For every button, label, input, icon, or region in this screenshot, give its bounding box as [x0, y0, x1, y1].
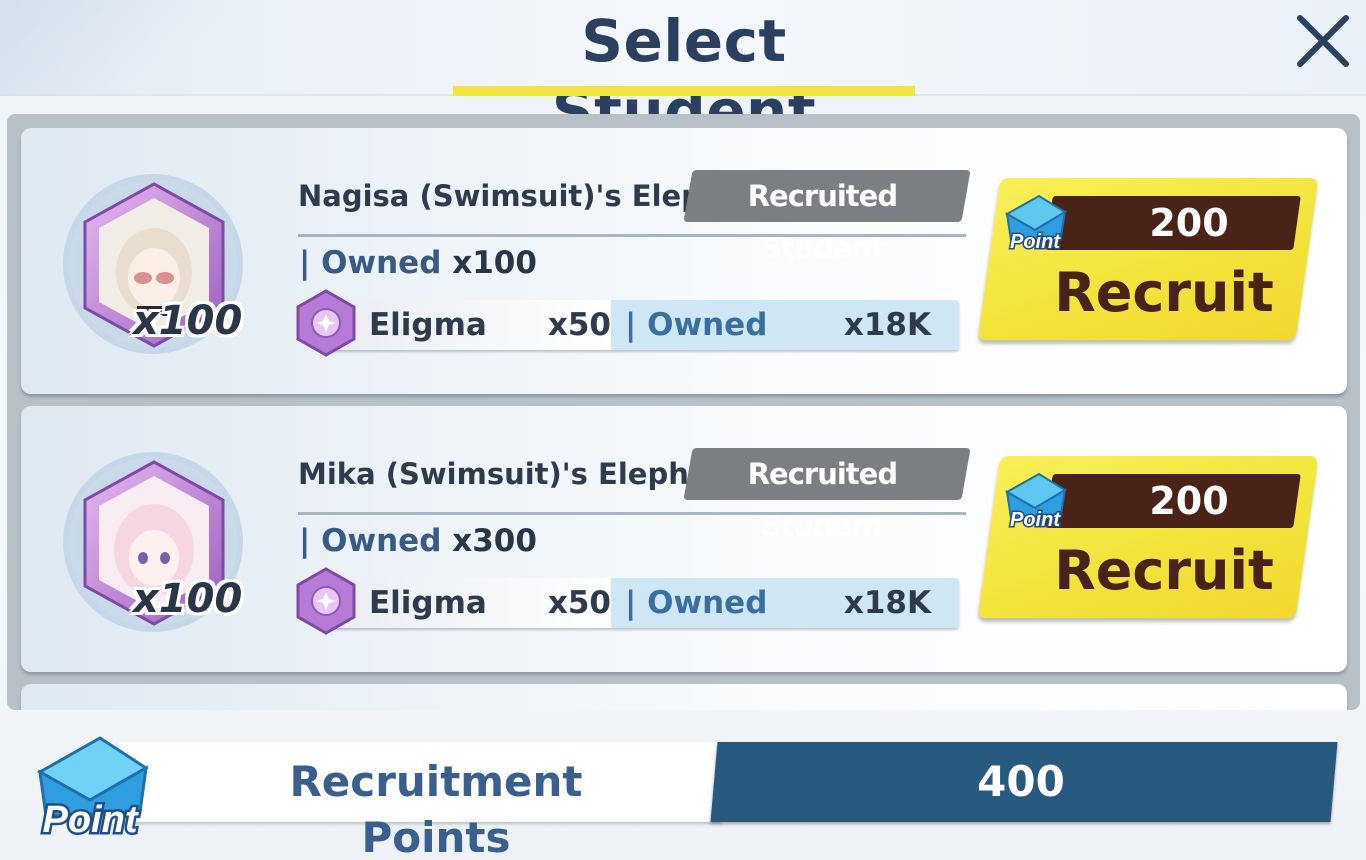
recruited-badge: Recruited Student — [683, 170, 971, 265]
student-list[interactable]: x100 Nagisa (Swimsuit)'s Eleph Recruited… — [7, 114, 1360, 710]
divider — [298, 234, 966, 237]
close-icon — [1297, 15, 1349, 67]
stack-count: x100 — [133, 298, 243, 344]
eligma-icon — [296, 289, 356, 357]
point-envelope-icon: Point — [1004, 472, 1067, 532]
svg-text:Point: Point — [1010, 231, 1061, 253]
title-underline — [453, 86, 915, 96]
eligma-owned-value: x18K — [843, 585, 931, 621]
eligma-owned-value: x18K — [843, 307, 931, 343]
recruit-price: 200 — [1149, 479, 1229, 523]
recruited-badge: Recruited Student — [683, 448, 971, 543]
recruit-price: 200 — [1149, 201, 1229, 245]
student-card: x100 Mika (Swimsuit)'s Eleph Recruited S… — [21, 406, 1347, 672]
student-name: Nagisa (Swimsuit)'s Eleph — [298, 179, 723, 213]
stack-count: x100 — [133, 576, 243, 622]
student-card: x100 Nagisa (Swimsuit)'s Eleph Recruited… — [21, 128, 1347, 394]
eligma-icon — [296, 567, 356, 635]
eligma-label: Eligma — [369, 307, 487, 343]
recruit-label: Recruit — [1054, 261, 1274, 324]
eligma-amount: x50 — [547, 307, 611, 343]
recruit-label: Recruit — [1054, 539, 1274, 602]
divider — [298, 512, 966, 515]
owned-count: | Owned x300 — [299, 523, 537, 559]
page-title: Select Student — [551, 7, 817, 145]
eligma-owned-label: | Owned — [625, 585, 768, 621]
eligma-amount: x50 — [547, 585, 611, 621]
eligma-label: Eligma — [369, 585, 487, 621]
point-envelope-icon: Point — [1004, 194, 1067, 254]
recruitment-points-bar: Recruitment Points 400 — [118, 742, 1338, 860]
svg-text:Point: Point — [43, 799, 139, 841]
recruitment-points-label: Recruitment Points — [289, 757, 583, 860]
owned-marker: | — [299, 523, 322, 559]
recruitment-points-value: 400 — [977, 757, 1065, 806]
recruit-button[interactable]: 200 Point Recruit — [977, 456, 1319, 622]
svg-text:Point: Point — [1010, 509, 1061, 531]
recruit-button[interactable]: 200 Point Recruit — [977, 178, 1319, 344]
student-card-partial — [21, 684, 1347, 710]
close-button[interactable] — [1290, 8, 1356, 74]
owned-count: | Owned x100 — [299, 245, 537, 281]
header-decoration — [0, 0, 300, 96]
student-name: Mika (Swimsuit)'s Eleph — [298, 457, 689, 491]
owned-marker: | — [299, 245, 322, 281]
point-envelope-icon: Point — [36, 736, 149, 842]
eligma-owned-label: | Owned — [625, 307, 768, 343]
